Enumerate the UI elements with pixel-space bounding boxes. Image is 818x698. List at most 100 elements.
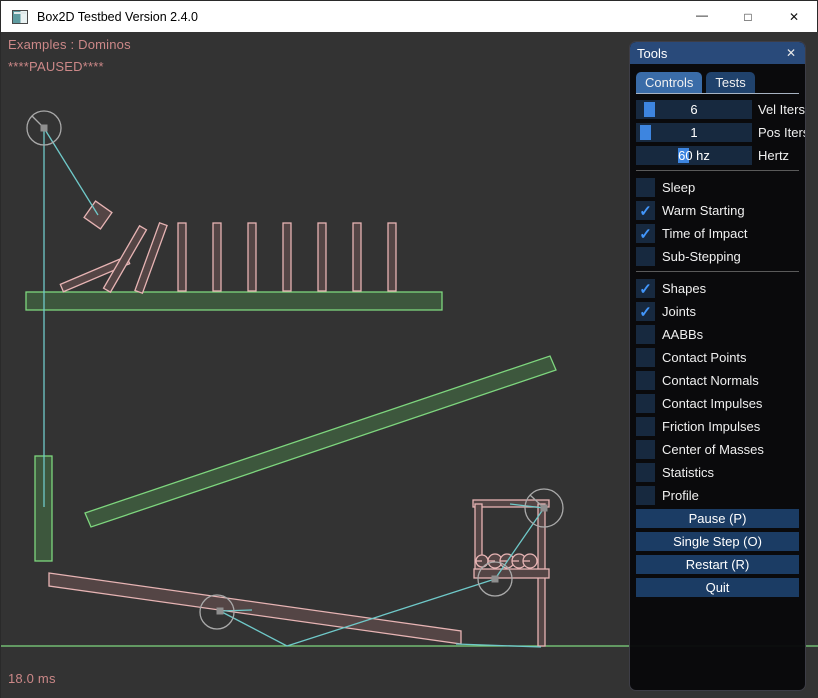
domino-standing xyxy=(318,223,326,291)
domino-standing xyxy=(178,223,186,291)
slider-value: 6 xyxy=(636,100,752,119)
slider-pos-iters[interactable]: 1 xyxy=(636,123,752,142)
anchor-point xyxy=(217,608,224,615)
checkbox-aabbs[interactable] xyxy=(636,325,655,344)
checkbox-contact-points[interactable] xyxy=(636,348,655,367)
slider-group: 6Vel Iters 1Pos Iters 60 hz Hertz xyxy=(636,100,799,165)
pause-p-button[interactable]: Pause (P) xyxy=(636,509,799,528)
window-title: Box2D Testbed Version 2.4.0 xyxy=(37,10,198,24)
joint-rope-to-bob xyxy=(44,128,98,215)
paused-label: ****PAUSED**** xyxy=(8,59,104,74)
checkbox-warm-starting[interactable]: ✓ xyxy=(636,201,655,220)
separator xyxy=(636,271,799,272)
checkbox-contact-impulses[interactable] xyxy=(636,394,655,413)
checkbox-label: Contact Impulses xyxy=(662,396,762,411)
checkbox-row-contact-points: Contact Points xyxy=(636,348,799,367)
domino-standing xyxy=(388,223,396,291)
checkbox-group: Sleep ✓ Warm Starting ✓ Time of Impact Sub-St… xyxy=(636,178,799,505)
checkbox-contact-normals[interactable] xyxy=(636,371,655,390)
checkbox-row-warm-starting: ✓ Warm Starting xyxy=(636,201,799,220)
slider-label: Vel Iters xyxy=(758,102,805,117)
checkbox-row-sub-stepping: Sub-Stepping xyxy=(636,247,799,266)
maximize-button[interactable]: □ xyxy=(725,1,771,32)
anchor-point xyxy=(41,125,48,132)
checkbox-row-sleep: Sleep xyxy=(636,178,799,197)
checkbox-label: Statistics xyxy=(662,465,714,480)
check-mark-icon: ✓ xyxy=(639,225,652,243)
checkbox-label: Joints xyxy=(662,304,696,319)
domino-standing xyxy=(213,223,221,291)
checkbox-label: Shapes xyxy=(662,281,706,296)
app-window: Box2D Testbed Version 2.4.0 — □ ✕ Exampl… xyxy=(0,0,818,698)
check-mark-icon: ✓ xyxy=(639,280,652,298)
slider-label: Hertz xyxy=(758,148,789,163)
checkbox-row-shapes: ✓ Shapes xyxy=(636,279,799,298)
checkbox-row-aabbs: AABBs xyxy=(636,325,799,344)
panel-close-icon[interactable]: ✕ xyxy=(784,46,798,60)
checkbox-joints[interactable]: ✓ xyxy=(636,302,655,321)
slider-row-hertz: 60 hz Hertz xyxy=(636,146,799,165)
tools-panel: Tools ✕ Controls Tests 6Vel Iters1Pos It… xyxy=(629,41,806,691)
domino-platform xyxy=(26,292,442,310)
checkbox-label: Center of Masses xyxy=(662,442,764,457)
checkbox-label: Friction Impulses xyxy=(662,419,760,434)
checkbox-row-time-of-impact: ✓ Time of Impact xyxy=(636,224,799,243)
frame-time-label: 18.0 ms xyxy=(8,671,56,686)
checkbox-friction-impulses[interactable] xyxy=(636,417,655,436)
minimize-button[interactable]: — xyxy=(679,1,725,32)
quit-button[interactable]: Quit xyxy=(636,578,799,597)
checkbox-sub-stepping[interactable] xyxy=(636,247,655,266)
checkbox-statistics[interactable] xyxy=(636,463,655,482)
checkbox-label: Contact Points xyxy=(662,350,747,365)
domino-standing xyxy=(353,223,361,291)
checkbox-label: Warm Starting xyxy=(662,203,745,218)
slider-vel-iters[interactable]: 6 xyxy=(636,100,752,119)
checkbox-label: Sub-Stepping xyxy=(662,249,741,264)
checkbox-center-of-masses[interactable] xyxy=(636,440,655,459)
close-button[interactable]: ✕ xyxy=(771,1,817,32)
checkbox-label: Profile xyxy=(662,488,699,503)
physics-canvas[interactable]: Examples : Dominos ****PAUSED**** 18.0 m… xyxy=(1,32,818,698)
check-mark-icon: ✓ xyxy=(639,202,652,220)
slider-hertz[interactable]: 60 hz xyxy=(636,146,752,165)
check-mark-icon: ✓ xyxy=(639,303,652,321)
checkbox-label: Sleep xyxy=(662,180,695,195)
seesaw-plank xyxy=(49,573,461,644)
anchor-point xyxy=(492,576,499,583)
checkbox-time-of-impact[interactable]: ✓ xyxy=(636,224,655,243)
checkbox-row-contact-normals: Contact Normals xyxy=(636,371,799,390)
tools-panel-body: Controls Tests 6Vel Iters1Pos Iters60 hz… xyxy=(630,64,805,607)
domino-standing xyxy=(283,223,291,291)
example-label: Examples : Dominos xyxy=(8,37,131,52)
slider-label: Pos Iters xyxy=(758,125,806,140)
checkbox-label: AABBs xyxy=(662,327,703,342)
tools-panel-titlebar[interactable]: Tools ✕ xyxy=(630,42,805,64)
button-group: Pause (P) Single Step (O) Restart (R) Quit xyxy=(636,509,799,597)
slider-row-pos-iters: 1Pos Iters xyxy=(636,123,799,142)
checkbox-row-friction-impulses: Friction Impulses xyxy=(636,417,799,436)
checkbox-sleep[interactable] xyxy=(636,178,655,197)
domino-standing xyxy=(248,223,256,291)
slider-row-vel-iters: 6Vel Iters xyxy=(636,100,799,119)
single-step-o-button[interactable]: Single Step (O) xyxy=(636,532,799,551)
checkbox-row-contact-impulses: Contact Impulses xyxy=(636,394,799,413)
checkbox-row-statistics: Statistics xyxy=(636,463,799,482)
window-controls: — □ ✕ xyxy=(679,1,817,32)
separator xyxy=(636,170,799,171)
os-titlebar[interactable]: Box2D Testbed Version 2.4.0 — □ ✕ xyxy=(1,1,817,32)
slider-value: 1 xyxy=(636,123,752,142)
tools-panel-title: Tools xyxy=(637,46,667,61)
checkbox-row-center-of-masses: Center of Masses xyxy=(636,440,799,459)
tab-tests[interactable]: Tests xyxy=(706,72,754,93)
slider-value: 60 hz xyxy=(636,146,752,165)
tabbar: Controls Tests xyxy=(636,72,799,94)
app-icon xyxy=(12,10,28,24)
checkbox-row-joints: ✓ Joints xyxy=(636,302,799,321)
tab-controls[interactable]: Controls xyxy=(636,72,702,93)
restart-r-button[interactable]: Restart (R) xyxy=(636,555,799,574)
anchor-point xyxy=(541,505,548,512)
checkbox-profile[interactable] xyxy=(636,486,655,505)
checkbox-shapes[interactable]: ✓ xyxy=(636,279,655,298)
checkbox-label: Time of Impact xyxy=(662,226,747,241)
checkbox-label: Contact Normals xyxy=(662,373,759,388)
